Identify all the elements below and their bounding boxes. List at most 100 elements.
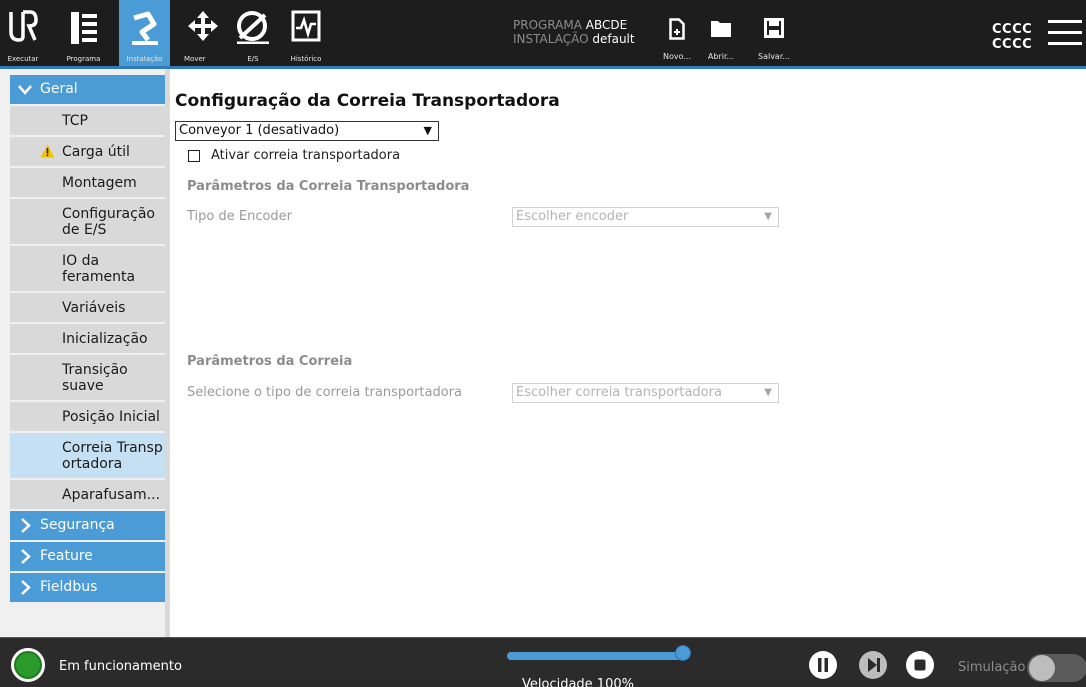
nav-history-button[interactable]: Histórico	[283, 0, 329, 66]
nav-program-button[interactable]: Programa	[51, 0, 116, 66]
sidebar-item-label: Transição suave	[62, 361, 128, 394]
history-icon	[291, 10, 321, 46]
nav-io-label: E/S	[247, 55, 259, 63]
page-title: Configuração da Correia Transportadora	[175, 91, 560, 111]
speed-slider-handle[interactable]	[675, 645, 691, 661]
sidebar-item-mounting[interactable]: Montagem	[10, 168, 165, 197]
conveyor-type-value: Escolher correia transportadora	[516, 385, 722, 400]
dropdown-arrow-icon: ▼	[423, 124, 432, 137]
save-disk-icon	[764, 18, 784, 42]
nav-history-label: Histórico	[290, 55, 322, 63]
program-info: PROGRAMA ABCDE INSTALAÇÃO default	[513, 18, 635, 46]
nav-program-label: Programa	[66, 55, 101, 63]
open-button[interactable]: Abrir...	[699, 0, 743, 66]
installation-name: default	[592, 32, 635, 46]
user-info[interactable]: CCCC CCCC	[992, 22, 1032, 52]
hamburger-menu-icon[interactable]	[1048, 20, 1084, 48]
encoder-type-label: Tipo de Encoder	[187, 209, 293, 224]
sidebar-item-label: TCP	[62, 112, 88, 129]
save-label: Salvar...	[757, 52, 791, 61]
sidebar-item-label: Montagem	[62, 174, 137, 191]
sidebar-item-label: IO da feramenta	[62, 252, 136, 285]
main-panel: Configuração da Correia Transportadora C…	[175, 69, 1086, 637]
sidebar-item-home[interactable]: Posição Inicial	[10, 402, 165, 431]
enable-conveyor-row[interactable]: Ativar correia transportadora	[188, 148, 400, 163]
encoder-type-dropdown[interactable]: Escolher encoder ▼	[512, 207, 779, 227]
belt-params-heading: Parâmetros da Correia	[187, 354, 353, 369]
sidebar-group-feature[interactable]: Feature	[10, 542, 165, 571]
sidebar-group-safety-label: Segurança	[40, 517, 115, 533]
warning-icon	[40, 144, 55, 162]
user-line-1: CCCC	[992, 22, 1033, 37]
step-icon	[868, 658, 880, 672]
sidebar-item-payload[interactable]: Carga útil	[10, 137, 165, 166]
stop-button[interactable]	[906, 651, 934, 679]
simulation-toggle[interactable]	[1027, 654, 1086, 682]
conveyor-type-dropdown[interactable]: Escolher correia transportadora ▼	[512, 383, 779, 403]
sidebar-item-smooth-transition[interactable]: Transição suave	[10, 355, 165, 400]
nav-move-button[interactable]: Mover	[180, 0, 226, 66]
new-file-icon	[669, 18, 685, 44]
simulation-toggle-knob	[1029, 655, 1055, 681]
sidebar-group-safety[interactable]: Segurança	[10, 511, 165, 540]
nav-io-button[interactable]: E/S	[230, 0, 276, 66]
nav-installation-label: Instalação	[126, 55, 163, 63]
sidebar-item-variables[interactable]: Variáveis	[10, 293, 165, 322]
step-button[interactable]	[859, 651, 887, 679]
sidebar-item-startup[interactable]: Inicialização	[10, 324, 165, 353]
move-arrows-icon	[188, 10, 218, 46]
open-label: Abrir...	[707, 52, 735, 61]
encoder-type-value: Escolher encoder	[516, 209, 629, 224]
pause-icon	[818, 658, 828, 672]
io-icon	[235, 10, 271, 48]
top-bar: Executar Programa Instalação Mover E/S H…	[0, 0, 1086, 69]
sidebar-item-tool-io[interactable]: IO da feramenta	[10, 246, 165, 291]
open-folder-icon	[710, 18, 732, 42]
sidebar-item-label: Variáveis	[62, 299, 126, 316]
sidebar-tree: Geral TCP Carga útil Montagem Configuraç…	[10, 75, 165, 604]
sidebar-group-fieldbus[interactable]: Fieldbus	[10, 573, 165, 602]
sidebar-item-screwdriving[interactable]: Aparafusam...	[10, 480, 165, 509]
program-name: ABCDE	[585, 18, 628, 32]
program-key: PROGRAMA	[513, 18, 582, 32]
sidebar-group-fieldbus-label: Fieldbus	[40, 579, 98, 595]
sidebar-group-general[interactable]: Geral	[10, 75, 165, 104]
stop-icon	[914, 659, 926, 671]
nav-run-button[interactable]: Executar	[0, 0, 46, 66]
new-button[interactable]: Novo...	[655, 0, 699, 66]
dropdown-arrow-icon: ▼	[764, 387, 772, 398]
sidebar-item-conveyor-tracking[interactable]: Correia Transportadora	[10, 433, 165, 478]
program-icon	[69, 10, 99, 50]
sidebar-item-label: Correia Transportadora	[62, 439, 163, 472]
nav-run-label: Executar	[7, 55, 39, 63]
sidebar-item-io-setup[interactable]: Configuração de E/S	[10, 199, 165, 244]
installation-robot-icon	[128, 10, 162, 50]
sidebar-item-label: Configuração de E/S	[62, 205, 155, 238]
ur-logo-icon	[8, 10, 38, 48]
sidebar-item-tcp[interactable]: TCP	[10, 106, 165, 135]
speed-label: Velocidade 100%	[522, 677, 634, 687]
conveyor-type-label: Selecione o tipo de correia transportado…	[187, 385, 462, 400]
sidebar-item-label: Inicialização	[62, 330, 148, 347]
installation-key: INSTALAÇÃO	[513, 32, 589, 46]
speed-slider[interactable]	[507, 652, 683, 660]
conveyor-select[interactable]: Conveyor 1 (desativado) ▼	[175, 121, 439, 141]
nav-installation-button[interactable]: Instalação	[119, 0, 170, 66]
conveyor-select-value: Conveyor 1 (desativado)	[179, 123, 340, 138]
dropdown-arrow-icon: ▼	[764, 211, 772, 222]
chevron-right-icon	[18, 573, 32, 613]
sidebar-item-label: Carga útil	[62, 143, 130, 160]
enable-conveyor-label: Ativar correia transportadora	[211, 148, 401, 163]
new-label: Novo...	[663, 52, 691, 61]
sidebar-group-feature-label: Feature	[40, 548, 93, 564]
enable-conveyor-checkbox[interactable]	[188, 149, 200, 162]
simulation-label: Simulação	[958, 660, 1026, 675]
sidebar: Geral TCP Carga útil Montagem Configuraç…	[0, 69, 170, 637]
pause-button[interactable]	[809, 651, 837, 679]
nav-move-label: Mover	[184, 55, 206, 63]
robot-status: Em funcionamento	[59, 659, 182, 674]
user-line-2: CCCC	[992, 37, 1033, 52]
conveyor-params-heading: Parâmetros da Correia Transportadora	[187, 179, 470, 194]
save-button[interactable]: Salvar...	[752, 0, 796, 66]
power-status-icon[interactable]	[11, 648, 45, 682]
